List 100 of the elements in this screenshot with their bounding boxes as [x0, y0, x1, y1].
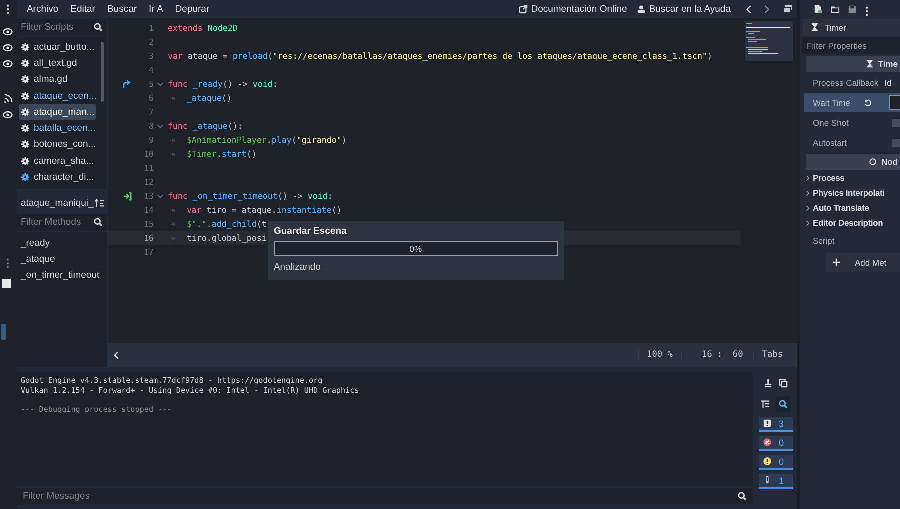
window-icon[interactable] [783, 4, 793, 14]
indent-mode[interactable]: Tabs [753, 350, 791, 360]
message-icon [763, 419, 772, 428]
kebab-icon[interactable] [865, 6, 869, 16]
help-link[interactable]: Buscar en la Ayuda [637, 4, 731, 14]
back-icon[interactable] [746, 4, 752, 14]
sort-icon[interactable] [94, 199, 105, 208]
search-icon [94, 23, 103, 32]
hourglass-icon [811, 23, 819, 32]
property-row[interactable]: Wait Time [804, 93, 900, 112]
message-filter-toggle[interactable]: 3 [759, 417, 793, 432]
section-header[interactable]: Time [806, 56, 900, 72]
property-label: Script [813, 236, 835, 246]
list-icon[interactable] [761, 400, 770, 409]
line-number: 14 [142, 205, 154, 215]
search-toggle[interactable] [776, 397, 791, 412]
signal-connection-icon[interactable] [122, 192, 132, 200]
property-value[interactable]: Id [884, 78, 892, 88]
property-group[interactable]: Process [800, 171, 900, 185]
warning-icon [763, 457, 772, 466]
method-item[interactable]: _ataque [16, 251, 107, 267]
method-item[interactable]: _ready [16, 235, 107, 251]
cursor-position: 16 : 60 [680, 350, 754, 360]
filter-scripts-field[interactable]: Filter Scripts [16, 19, 107, 36]
error-icon [763, 438, 772, 447]
script-name: ataque_maniqui_ [20, 198, 94, 209]
script-item[interactable]: actuar_butto... [18, 39, 96, 56]
forward-icon[interactable] [764, 4, 770, 14]
menu-item[interactable]: Editar [66, 4, 100, 14]
minimap-drawing[interactable] [745, 21, 793, 61]
property-label: One Shot [813, 118, 849, 128]
property-group[interactable]: Editor Description [800, 216, 900, 230]
script-name: batalla_ecen... [34, 123, 96, 134]
signal-icon[interactable] [4, 94, 13, 103]
method-item[interactable]: _on_timer_timeout [16, 267, 107, 283]
chevron-right-icon [806, 174, 810, 182]
plus-icon [832, 258, 841, 267]
kebab-icon[interactable] [6, 258, 10, 269]
line-number: 1 [148, 23, 154, 33]
new-script-icon[interactable] [814, 4, 823, 14]
message-filter-toggle[interactable]: 1 [759, 474, 793, 489]
script-item[interactable]: alma.gd [18, 72, 96, 88]
panel-tab[interactable] [2, 279, 11, 288]
eye-icon[interactable] [3, 60, 14, 68]
line-number: 5 [148, 79, 154, 89]
help-link[interactable]: Documentación Online [519, 4, 628, 14]
script-item[interactable]: ataque_ecen... [18, 88, 96, 104]
search-icon [738, 492, 747, 501]
add-metadata-button[interactable]: Add Met [826, 253, 900, 272]
eye-icon[interactable] [3, 28, 14, 36]
chevron-right-icon [806, 190, 810, 196]
line-number: 13 [142, 191, 154, 201]
property-group[interactable]: Physics Interpolati [800, 186, 900, 200]
property-group[interactable]: Auto Translate [800, 201, 900, 215]
filter-properties-field[interactable]: Filter Properties [802, 37, 900, 54]
code-text: var ataque = preload("res://ecenas/batallas/ataques_enemies/partes de los ataques/ataque_ecene_class_1.tscn") [168, 51, 712, 61]
kebab-icon[interactable] [6, 4, 10, 15]
signal-connection-icon[interactable] [122, 80, 132, 88]
eye-icon[interactable] [3, 111, 14, 119]
script-name: all_text.gd [34, 58, 78, 69]
revert-icon[interactable] [864, 98, 872, 106]
line-number: 2 [148, 37, 154, 47]
filter-methods-field[interactable]: Filter Methods [16, 214, 107, 231]
chevron-right-icon [806, 204, 810, 212]
code-text: func _ataque(): [168, 121, 243, 131]
line-number: 4 [148, 65, 154, 75]
filter-messages-field[interactable]: Filter Messages [16, 488, 753, 505]
menu-item[interactable]: Archivo [22, 4, 64, 14]
code-text: func _on_timer_timeout() -> void: [168, 191, 333, 201]
zoom-level[interactable]: 100 % [638, 350, 681, 360]
checkbox[interactable] [892, 118, 900, 126]
menu-item[interactable]: Ir A [144, 4, 168, 14]
script-item[interactable]: camera_sha... [18, 153, 96, 170]
scrollbar[interactable] [100, 42, 104, 102]
save-icon[interactable] [848, 4, 857, 14]
eye-icon[interactable] [3, 44, 14, 52]
section-header[interactable]: Nod [806, 154, 900, 170]
menu-item[interactable]: Buscar [102, 4, 142, 14]
checkbox[interactable] [892, 138, 900, 146]
script-item[interactable]: ataque_man... [18, 104, 96, 120]
script-item[interactable]: batalla_ecen... [18, 120, 96, 137]
node-name: Timer [825, 22, 846, 32]
circle-icon [869, 158, 878, 166]
menu-item[interactable]: Depurar [170, 4, 215, 14]
folder-icon[interactable] [831, 4, 840, 14]
script-name: ataque_ecen... [34, 90, 97, 102]
copy-icon[interactable] [779, 379, 788, 388]
message-filter-toggle[interactable]: 0 [759, 436, 793, 451]
script-name: alma.gd [34, 74, 68, 86]
message-filter-toggle[interactable]: 0 [759, 455, 793, 470]
code-text: func _ready() -> void: [168, 79, 278, 89]
chevron-left-icon[interactable] [114, 350, 119, 360]
line-number: 7 [148, 107, 154, 117]
script-item[interactable]: botones_con... [18, 136, 96, 154]
line-number: 16 [142, 233, 154, 243]
script-item[interactable]: character_di... [18, 169, 96, 186]
value-field[interactable] [889, 95, 900, 110]
script-item[interactable]: all_text.gd [18, 55, 96, 72]
code-text: $".".add_child(t [186, 219, 267, 229]
hourglass-icon [866, 60, 874, 68]
